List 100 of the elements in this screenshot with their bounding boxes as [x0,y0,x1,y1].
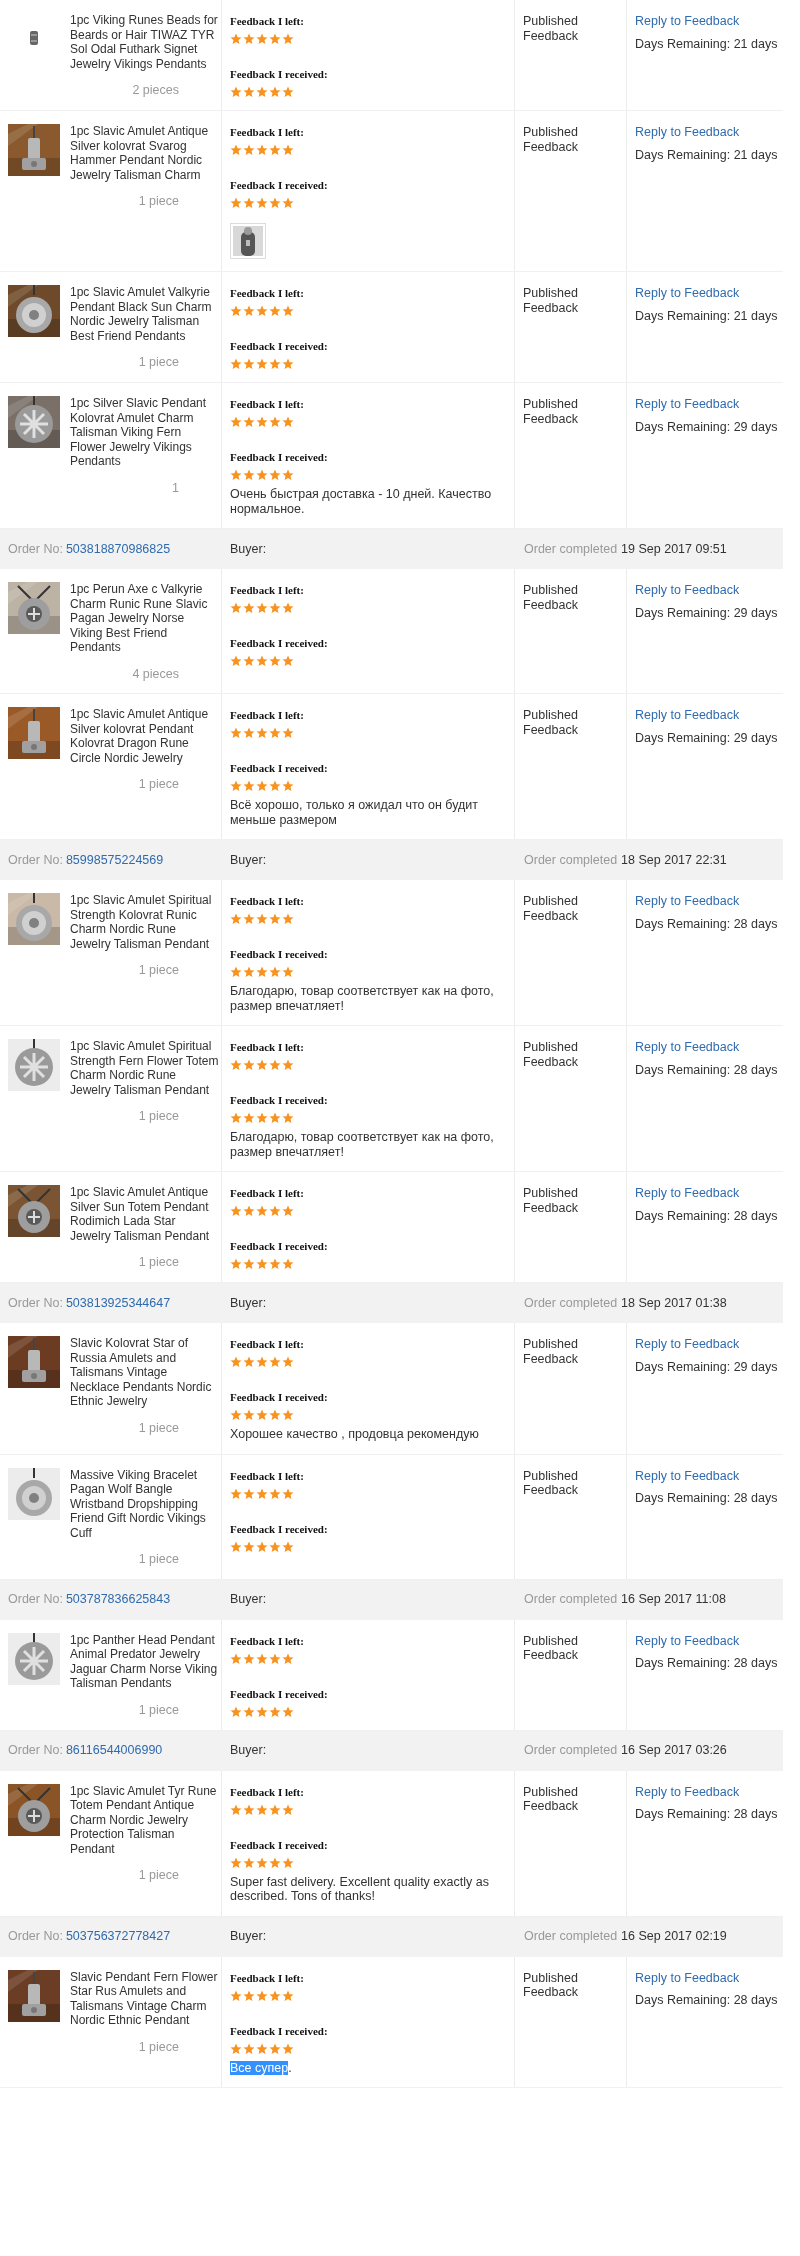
days-remaining: Days Remaining: 28 days [635,916,778,931]
status-text: Published Feedback [523,1468,579,1498]
completed-label: Order completed [524,1742,618,1760]
feedback-left-label: Feedback I left: [230,584,304,596]
reply-link[interactable]: Reply to Feedback [635,1337,740,1352]
days-remaining: Days Remaining: 29 days [635,419,778,434]
status-text: Published Feedback [523,397,579,426]
star-icon [282,1112,294,1124]
product-title: 1pc Slavic Amulet Antique Silver kolovrat Pendant Kolovrat Dragon Rune Circle Nordic Jewelry [70,707,210,765]
completion-date: 16 Sep 2017 03:26 [621,1742,727,1760]
feedback-left-label: Feedback I left: [230,1041,304,1053]
reply-link[interactable]: Reply to Feedback [635,286,740,301]
star-icon [282,913,294,925]
quantity-text: 1 piece [138,1109,179,1124]
star-icon [230,2042,242,2055]
star-icon [243,197,255,209]
star-icon [243,1989,255,2002]
reply-link[interactable]: Reply to Feedback [635,1970,740,1985]
reply-link[interactable]: Reply to Feedback [635,125,740,140]
days-remaining: Days Remaining: 28 days [635,1208,778,1223]
completed-label: Order completed [524,851,618,869]
quantity-text: 1 piece [138,1702,179,1717]
quantity-text: 1 piece [138,1420,179,1435]
days-remaining: Days Remaining: 28 days [635,1491,778,1506]
star-icon [256,358,268,370]
reply-link[interactable]: Reply to Feedback [635,1468,740,1483]
reply-link[interactable]: Reply to Feedback [635,894,740,909]
feedback-left-label: Feedback I left: [230,709,304,721]
days-remaining: Days Remaining: 29 days [635,1359,778,1374]
feedback-left-label: Feedback I left: [230,1338,304,1350]
quantity-text: 1 piece [138,194,179,209]
product-title: Massive Viking Bracelet Pagan Wolf Bangle Wristband Dropshipping Friend Gift Nordic Vikings Cuff [70,1467,207,1540]
reply-link[interactable]: Reply to Feedback [635,1633,740,1648]
review-comment: Благодарю, товар соответствует как на фото, размер впечатляет! [230,1130,495,1159]
review-comment: Все супер. [230,2060,293,2075]
product-title: 1pc Slavic Amulet Spiritual Strength Kolovrat Runic Charm Nordic Rune Jewelry Talisman Pendant [70,893,213,951]
star-icon [230,469,242,481]
star-icon [243,655,255,667]
buyer-label: Buyer: [230,1592,267,1607]
order-number-link[interactable]: 85998575224569 [65,850,164,870]
star-icon [282,33,294,45]
star-icon [230,913,242,925]
star-icon [256,1652,268,1665]
star-icon [269,86,281,98]
star-icon [230,655,242,667]
star-icon [256,1356,268,1368]
feedback-left-label: Feedback I left: [230,895,304,907]
reply-link[interactable]: Reply to Feedback [635,583,740,598]
quantity-text: 1 piece [138,1868,179,1883]
reply-link[interactable]: Reply to Feedback [635,708,740,723]
star-icon [256,1705,268,1718]
star-icon [269,1487,281,1500]
feedback-left-label: Feedback I left: [230,1469,304,1482]
reply-link[interactable]: Reply to Feedback [635,1040,740,1055]
star-icon [282,469,294,481]
reply-link[interactable]: Reply to Feedback [635,1186,740,1201]
star-icon [243,1856,255,1869]
star-icon [256,416,268,428]
reply-link[interactable]: Reply to Feedback [635,1784,740,1799]
star-icon [269,1356,281,1368]
quantity-text: 1 piece [138,963,179,978]
star-icon [282,1540,294,1553]
order-number-link[interactable]: 503787836625843 [65,1590,171,1609]
star-icon [243,305,255,317]
buyer-label: Buyer: [230,852,267,867]
feedback-received-label: Feedback I received: [230,2024,328,2037]
product-title: 1pc Perun Axe c Valkyrie Charm Runic Rune Slavic Pagan Jewelry Norse Viking Best Friend Pendants [70,582,209,655]
star-icon [269,1856,281,1869]
star-icon [243,727,255,739]
order-number-link[interactable]: 503813925344647 [65,1293,171,1313]
star-icon [230,727,242,739]
review-photo[interactable] [230,223,266,259]
order-number-link[interactable]: 503756372778427 [65,1927,171,1946]
star-icon [256,86,268,98]
feedback-received-label: Feedback I received: [230,948,328,960]
star-icon [243,144,255,156]
feedback-received-label: Feedback I received: [230,1094,328,1106]
star-icon [269,1540,281,1553]
star-icon [243,86,255,98]
status-text: Published Feedback [523,286,579,315]
star-icon [230,416,242,428]
star-icon [230,305,242,317]
completion-date: 18 Sep 2017 22:31 [621,851,727,869]
status-text: Published Feedback [523,1186,579,1215]
days-remaining: Days Remaining: 29 days [635,730,778,745]
star-icon [230,1989,242,2002]
star-icon [256,305,268,317]
product-title: 1pc Silver Slavic Pendant Kolovrat Amulet Charm Talisman Viking Fern Flower Jewelry Vikings Pendants [70,396,208,469]
reply-link[interactable]: Reply to Feedback [635,397,740,412]
status-text: Published Feedback [523,894,579,923]
reply-link[interactable]: Reply to Feedback [635,14,740,29]
star-icon [243,358,255,370]
order-number-link[interactable]: 503818870986825 [65,539,171,559]
star-icon [230,1652,242,1665]
star-icon [269,602,281,614]
star-icon [243,416,255,428]
feedback-received-label: Feedback I received: [230,451,328,463]
order-number-link[interactable]: 86116544006990 [65,1741,163,1760]
star-icon [256,1258,268,1270]
star-icon [282,1705,294,1718]
